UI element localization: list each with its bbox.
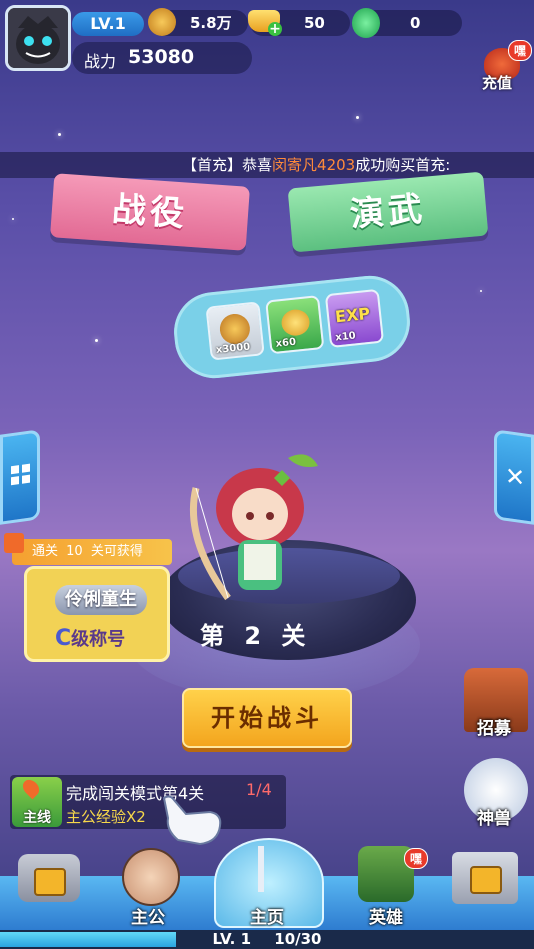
heroes-badge: 嘿	[404, 848, 429, 869]
coin-resource: 5.8万	[148, 8, 248, 36]
nav-locked-2[interactable]	[438, 846, 534, 930]
jade-count: 0	[410, 14, 421, 32]
exp-level: LV. 1	[212, 930, 252, 948]
rank-letter: C	[55, 626, 72, 651]
start-battle-label: 开始战斗	[211, 704, 323, 732]
right-side-menu-button[interactable]: ✕	[494, 429, 534, 525]
exp-progress: 10/30	[274, 930, 322, 948]
beast-label: 神兽	[477, 809, 511, 829]
sword-icon	[258, 846, 264, 892]
lock-icon	[34, 868, 66, 896]
player-avatar[interactable]	[5, 5, 71, 71]
wheat-reward-count: x60	[275, 336, 297, 350]
left-side-menu-button[interactable]	[0, 429, 40, 525]
coin-reward[interactable]: x3000	[205, 301, 265, 361]
gold-resource: + 50	[248, 10, 350, 36]
nav-label-lord: 主公	[131, 908, 165, 928]
coin-reward-icon	[218, 312, 252, 346]
map-pin-icon	[19, 776, 43, 800]
clear-reward-num: 10	[66, 544, 83, 559]
quest-reward: 主公经验X2	[66, 808, 146, 826]
recharge-badge: 嘿	[508, 40, 533, 61]
campaign-label: 战役	[110, 189, 190, 235]
wheat-reward[interactable]: x60	[265, 295, 325, 355]
recruit-button[interactable]: 招募	[458, 668, 534, 744]
grid-menu-icon	[11, 463, 31, 486]
marquee-player-name: 闵寄凡4203	[272, 156, 356, 174]
marquee-text2: 成功购买首充:	[355, 156, 451, 174]
lock-icon	[470, 866, 502, 894]
gold-count: 50	[304, 14, 325, 32]
player-level: LV.1	[72, 12, 144, 36]
marquee-text1: 恭喜	[242, 156, 273, 174]
archer-hero-icon	[190, 454, 318, 601]
stage-number-label: 第 2 关	[200, 622, 312, 650]
crossed-swords-icon: ✕	[505, 461, 526, 493]
campaign-mode-button[interactable]: 战役	[50, 173, 250, 251]
coin-reward-count: x3000	[215, 341, 251, 357]
start-battle-button[interactable]: 开始战斗	[182, 688, 352, 748]
wheat-reward-icon	[280, 308, 311, 337]
hero-character[interactable]	[188, 448, 328, 608]
nav-home[interactable]: 主页	[200, 838, 334, 930]
recharge-button[interactable]: 嘿 充值	[478, 40, 533, 94]
practice-label: 演武	[348, 188, 428, 236]
marquee-prefix: 【首充】	[182, 156, 243, 174]
exp-reward-count: x10	[334, 330, 357, 344]
divine-beast-button[interactable]: 神兽	[458, 758, 534, 834]
nav-label-heroes: 英雄	[369, 908, 403, 928]
exp-bar-text: LV. 1 10/30	[0, 930, 534, 949]
avatar-icon	[8, 8, 68, 68]
gift-icon	[4, 533, 24, 553]
recharge-label: 充值	[482, 74, 513, 92]
combat-power: 战力 53080	[72, 42, 252, 74]
exp-reward[interactable]: EXP x10	[324, 288, 385, 349]
nav-lord[interactable]: 主公	[100, 846, 196, 930]
add-gold-icon[interactable]: +	[268, 22, 282, 36]
title-reward-card[interactable]: 伶俐童生 C级称号	[24, 566, 170, 662]
power-value: 53080	[128, 46, 195, 68]
title-rank: C级称号	[55, 625, 125, 651]
reward-preview-bubble: x3000 x60 EXP x10	[170, 271, 414, 383]
main-quest-panel[interactable]: 主线 完成闯关模式第4关 1/4 主公经验X2	[10, 775, 286, 829]
jade-resource: 0	[352, 8, 462, 38]
jade-icon	[352, 8, 380, 38]
recruit-label: 招募	[477, 719, 511, 739]
coin-icon	[148, 8, 176, 36]
coin-count: 5.8万	[190, 14, 232, 32]
quest-tag: 主线	[23, 810, 51, 826]
clear-reward-tag: 通关 10 关可获得	[4, 533, 172, 565]
nav-heroes[interactable]: 嘿 英雄	[338, 846, 434, 930]
clear-reward-suffix: 关可获得	[90, 544, 143, 559]
nav-locked-1[interactable]	[0, 846, 96, 930]
lord-portrait-icon	[122, 848, 180, 906]
exp-reward-icon: EXP	[334, 303, 371, 327]
rank-text: 级称号	[71, 629, 126, 650]
nav-label-home: 主页	[250, 908, 284, 928]
practice-mode-button[interactable]: 演武	[287, 171, 489, 253]
quest-progress: 1/4	[246, 780, 272, 799]
power-label: 战力	[84, 52, 117, 71]
title-name: 伶俐童生	[55, 585, 147, 615]
clear-reward-prefix: 通关	[32, 544, 59, 559]
